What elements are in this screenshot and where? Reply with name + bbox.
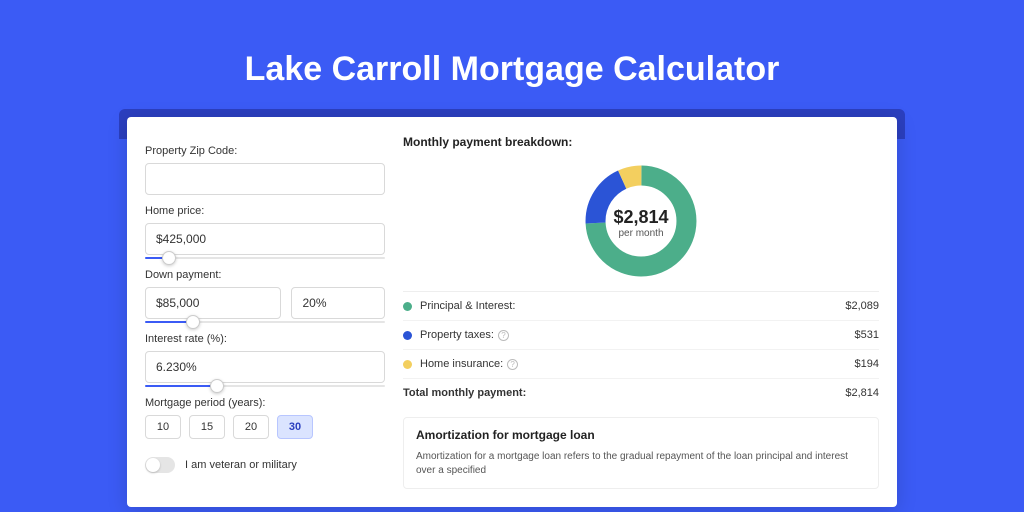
down-payment-label: Down payment: xyxy=(145,269,385,281)
legend-row-principal: Principal & Interest: $2,089 xyxy=(403,292,879,320)
veteran-toggle[interactable] xyxy=(145,457,175,473)
period-btn-30[interactable]: 30 xyxy=(277,415,313,439)
home-price-label: Home price: xyxy=(145,205,385,217)
amort-text: Amortization for a mortgage loan refers … xyxy=(416,450,866,478)
page-title: Lake Carroll Mortgage Calculator xyxy=(0,50,1024,89)
legend-dot-icon xyxy=(403,331,412,340)
breakdown-title: Monthly payment breakdown: xyxy=(403,135,879,149)
amort-title: Amortization for mortgage loan xyxy=(416,428,866,442)
slider-thumb[interactable] xyxy=(210,379,224,393)
period-btn-10[interactable]: 10 xyxy=(145,415,181,439)
slider-thumb[interactable] xyxy=(162,251,176,265)
period-btn-20[interactable]: 20 xyxy=(233,415,269,439)
slider-thumb[interactable] xyxy=(186,315,200,329)
legend-row-insurance: Home insurance: ? $194 xyxy=(403,349,879,378)
legend-value: $194 xyxy=(855,358,879,370)
total-value: $2,814 xyxy=(845,387,879,399)
interest-input[interactable] xyxy=(145,351,385,383)
legend-label: Property taxes: ? xyxy=(420,329,855,341)
toggle-knob xyxy=(146,458,160,472)
home-price-slider[interactable] xyxy=(145,257,385,259)
donut-center: $2,814 per month xyxy=(613,207,668,239)
legend-value: $2,089 xyxy=(845,300,879,312)
legend-label-text: Property taxes: xyxy=(420,329,494,341)
legend-value: $531 xyxy=(855,329,879,341)
down-payment-pct-input[interactable] xyxy=(291,287,385,319)
period-group: 10 15 20 30 xyxy=(145,415,385,439)
legend-dot-icon xyxy=(403,360,412,369)
results-panel: Monthly payment breakdown: $2,814 per mo… xyxy=(403,135,879,507)
down-payment-input[interactable] xyxy=(145,287,281,319)
interest-label: Interest rate (%): xyxy=(145,333,385,345)
period-btn-15[interactable]: 15 xyxy=(189,415,225,439)
interest-slider[interactable] xyxy=(145,385,385,387)
inputs-panel: Property Zip Code: Home price: Down paym… xyxy=(145,135,385,507)
zip-input[interactable] xyxy=(145,163,385,195)
donut-chart: $2,814 per month xyxy=(403,155,879,291)
down-payment-slider[interactable] xyxy=(145,321,385,323)
donut-center-sub: per month xyxy=(613,228,668,239)
legend-row-taxes: Property taxes: ? $531 xyxy=(403,320,879,349)
legend-label: Principal & Interest: xyxy=(420,300,845,312)
legend-label: Home insurance: ? xyxy=(420,358,855,370)
legend-row-total: Total monthly payment: $2,814 xyxy=(403,378,879,407)
home-price-input[interactable] xyxy=(145,223,385,255)
legend-label-text: Home insurance: xyxy=(420,358,503,370)
zip-label: Property Zip Code: xyxy=(145,145,385,157)
help-icon[interactable]: ? xyxy=(498,330,509,341)
legend-dot-icon xyxy=(403,302,412,311)
total-label: Total monthly payment: xyxy=(403,387,845,399)
legend: Principal & Interest: $2,089 Property ta… xyxy=(403,291,879,407)
help-icon[interactable]: ? xyxy=(507,359,518,370)
donut-center-amount: $2,814 xyxy=(613,207,668,228)
amortization-card: Amortization for mortgage loan Amortizat… xyxy=(403,417,879,489)
period-label: Mortgage period (years): xyxy=(145,397,385,409)
calculator-card: Property Zip Code: Home price: Down paym… xyxy=(127,117,897,507)
veteran-label: I am veteran or military xyxy=(185,459,297,471)
